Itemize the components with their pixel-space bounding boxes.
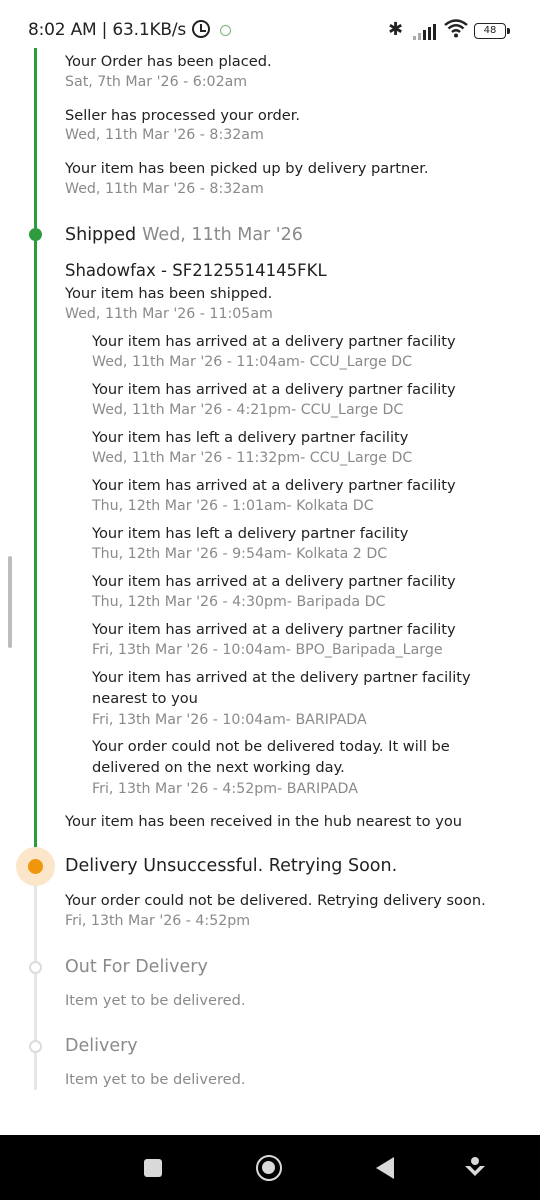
event-delivery-retry: Your order could not be delivered. Retry…	[65, 892, 486, 909]
sub-event-date: Wed, 11th Mar '26 - 11:04am- CCU_Large D…	[92, 354, 413, 370]
out-for-delivery-note: Item yet to be delivered.	[65, 992, 246, 1009]
sub-event-date: Thu, 12th Mar '26 - 4:30pm- Baripada DC	[92, 594, 386, 610]
event-date: Wed, 11th Mar '26 - 11:05am	[65, 306, 273, 322]
event-date: Sat, 7th Mar '26 - 6:02am	[65, 74, 248, 90]
pending-status-dot	[29, 961, 42, 974]
event-date: Wed, 11th Mar '26 - 8:32am	[65, 127, 264, 143]
sub-event-date: Fri, 13th Mar '26 - 10:04am- BARIPADA	[92, 712, 367, 728]
out-for-delivery-title: Out For Delivery	[65, 957, 208, 977]
delivery-unsuccessful-title: Delivery Unsuccessful. Retrying Soon.	[65, 856, 398, 876]
event-seller-processed: Seller has processed your order.	[65, 107, 301, 124]
status-bar: 8:02 AM | 63.1KB/s ✱ 48	[0, 0, 540, 48]
system-nav-bar	[0, 1135, 540, 1200]
event-date: Wed, 11th Mar '26 - 8:32am	[65, 181, 264, 197]
home-button[interactable]	[256, 1155, 282, 1181]
sub-event-date: Wed, 11th Mar '26 - 4:21pm- CCU_Large DC	[92, 402, 404, 418]
shipped-date: Wed, 11th Mar '26	[142, 225, 303, 245]
shipped-heading: Shipped Wed, 11th Mar '26	[65, 225, 303, 245]
sub-event: Your item has arrived at a delivery part…	[92, 333, 456, 350]
event-order-placed: Your Order has been placed.	[65, 53, 272, 70]
notification-icon	[220, 25, 231, 36]
status-time-speed: 8:02 AM | 63.1KB/s	[28, 20, 187, 40]
sub-event: Your item has left a delivery partner fa…	[92, 429, 409, 446]
timeline-line-completed	[34, 48, 37, 866]
courier-tracking-id[interactable]: Shadowfax - SF2125514145FKL	[65, 261, 327, 280]
shipped-status-dot	[29, 228, 42, 241]
sub-event: Your item has arrived at a delivery part…	[92, 621, 456, 638]
sub-event-date: Fri, 13th Mar '26 - 10:04am- BPO_Baripad…	[92, 642, 443, 658]
event-picked-up: Your item has been picked up by delivery…	[65, 160, 429, 177]
back-button[interactable]	[376, 1157, 394, 1179]
shipped-title: Shipped	[65, 225, 137, 245]
sub-event-date: Wed, 11th Mar '26 - 11:32pm- CCU_Large D…	[92, 450, 413, 466]
event-hub-received: Your item has been received in the hub n…	[65, 813, 463, 830]
event-shipped: Your item has been shipped.	[65, 285, 273, 302]
sub-event: Your item has arrived at the delivery pa…	[92, 669, 471, 686]
sub-event: nearest to you	[92, 690, 198, 707]
signal-icon	[413, 24, 437, 40]
sub-event: Your item has arrived at a delivery part…	[92, 573, 456, 590]
sub-event: delivered on the next working day.	[92, 759, 345, 776]
bluetooth-icon: ✱	[388, 19, 404, 40]
sub-event-date: Thu, 12th Mar '26 - 9:54am- Kolkata 2 DC	[92, 546, 388, 562]
sub-event: Your order could not be delivered today.…	[92, 738, 450, 755]
delivery-note: Item yet to be delivered.	[65, 1071, 246, 1088]
battery-icon: 48	[474, 23, 510, 39]
timeline-line-pending	[34, 880, 37, 1090]
recents-button[interactable]	[144, 1159, 162, 1177]
assistant-icon[interactable]	[464, 1156, 486, 1180]
sub-event: Your item has left a delivery partner fa…	[92, 525, 409, 542]
wifi-icon	[444, 19, 468, 38]
alarm-icon	[192, 20, 210, 38]
sub-event: Your item has arrived at a delivery part…	[92, 381, 456, 398]
delivery-title: Delivery	[65, 1036, 138, 1056]
sub-event: Your item has arrived at a delivery part…	[92, 477, 456, 494]
pending-status-dot	[29, 1040, 42, 1053]
sub-event-date: Thu, 12th Mar '26 - 1:01am- Kolkata DC	[92, 498, 374, 514]
current-status-dot	[28, 859, 43, 874]
sub-event-date: Fri, 13th Mar '26 - 4:52pm- BARIPADA	[92, 781, 358, 797]
scrollbar[interactable]	[8, 556, 12, 648]
event-date: Fri, 13th Mar '26 - 4:52pm	[65, 913, 251, 929]
